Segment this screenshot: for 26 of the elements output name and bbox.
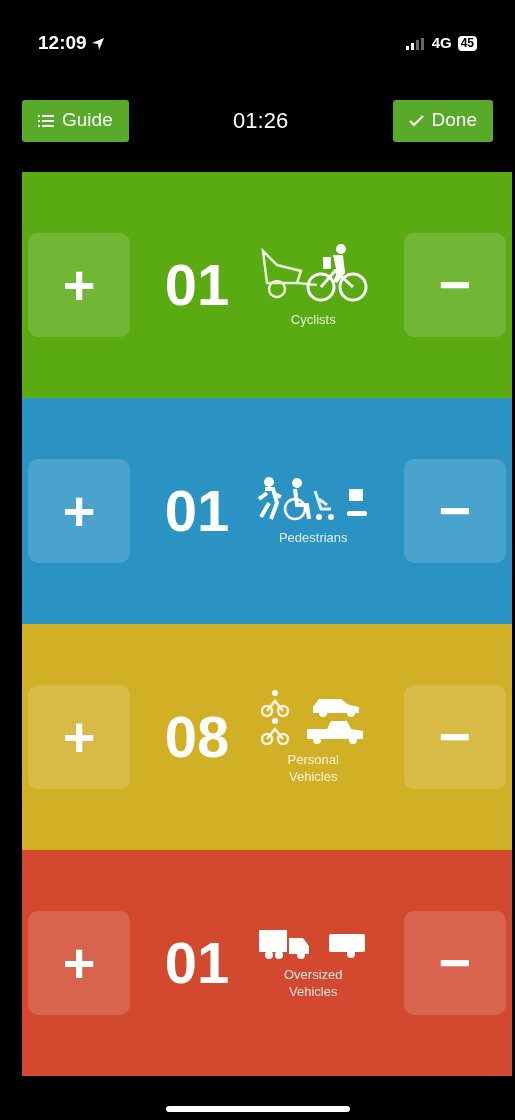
status-time: 12:09	[38, 31, 87, 56]
guide-button[interactable]: Guide	[22, 99, 129, 142]
decrement-button[interactable]: −	[404, 459, 506, 563]
decrement-button[interactable]: −	[404, 911, 506, 1015]
count-value: 08	[164, 708, 230, 766]
timer: 01:26	[233, 107, 289, 135]
list-icon	[38, 114, 54, 127]
location-icon	[90, 36, 105, 51]
count-value: 01	[164, 482, 230, 540]
decrement-button[interactable]: −	[404, 233, 506, 337]
done-button[interactable]: Done	[392, 99, 493, 142]
category-label: Cyclists	[289, 310, 337, 328]
count-value: 01	[164, 256, 230, 314]
category-label: Oversized Vehicles	[283, 966, 344, 1000]
increment-button[interactable]: +	[28, 459, 130, 563]
network-label: 4G	[431, 33, 452, 54]
decrement-button[interactable]: −	[404, 685, 506, 789]
count-value: 01	[164, 934, 230, 992]
increment-button[interactable]: +	[28, 685, 130, 789]
signal-icon	[405, 37, 426, 50]
category-label: Pedestrians	[278, 528, 349, 546]
increment-button[interactable]: +	[28, 911, 130, 1015]
check-icon	[408, 114, 424, 127]
category-label: Personal Vehicles	[286, 751, 340, 785]
increment-button[interactable]: +	[28, 233, 130, 337]
battery-indicator: 45	[457, 36, 477, 51]
